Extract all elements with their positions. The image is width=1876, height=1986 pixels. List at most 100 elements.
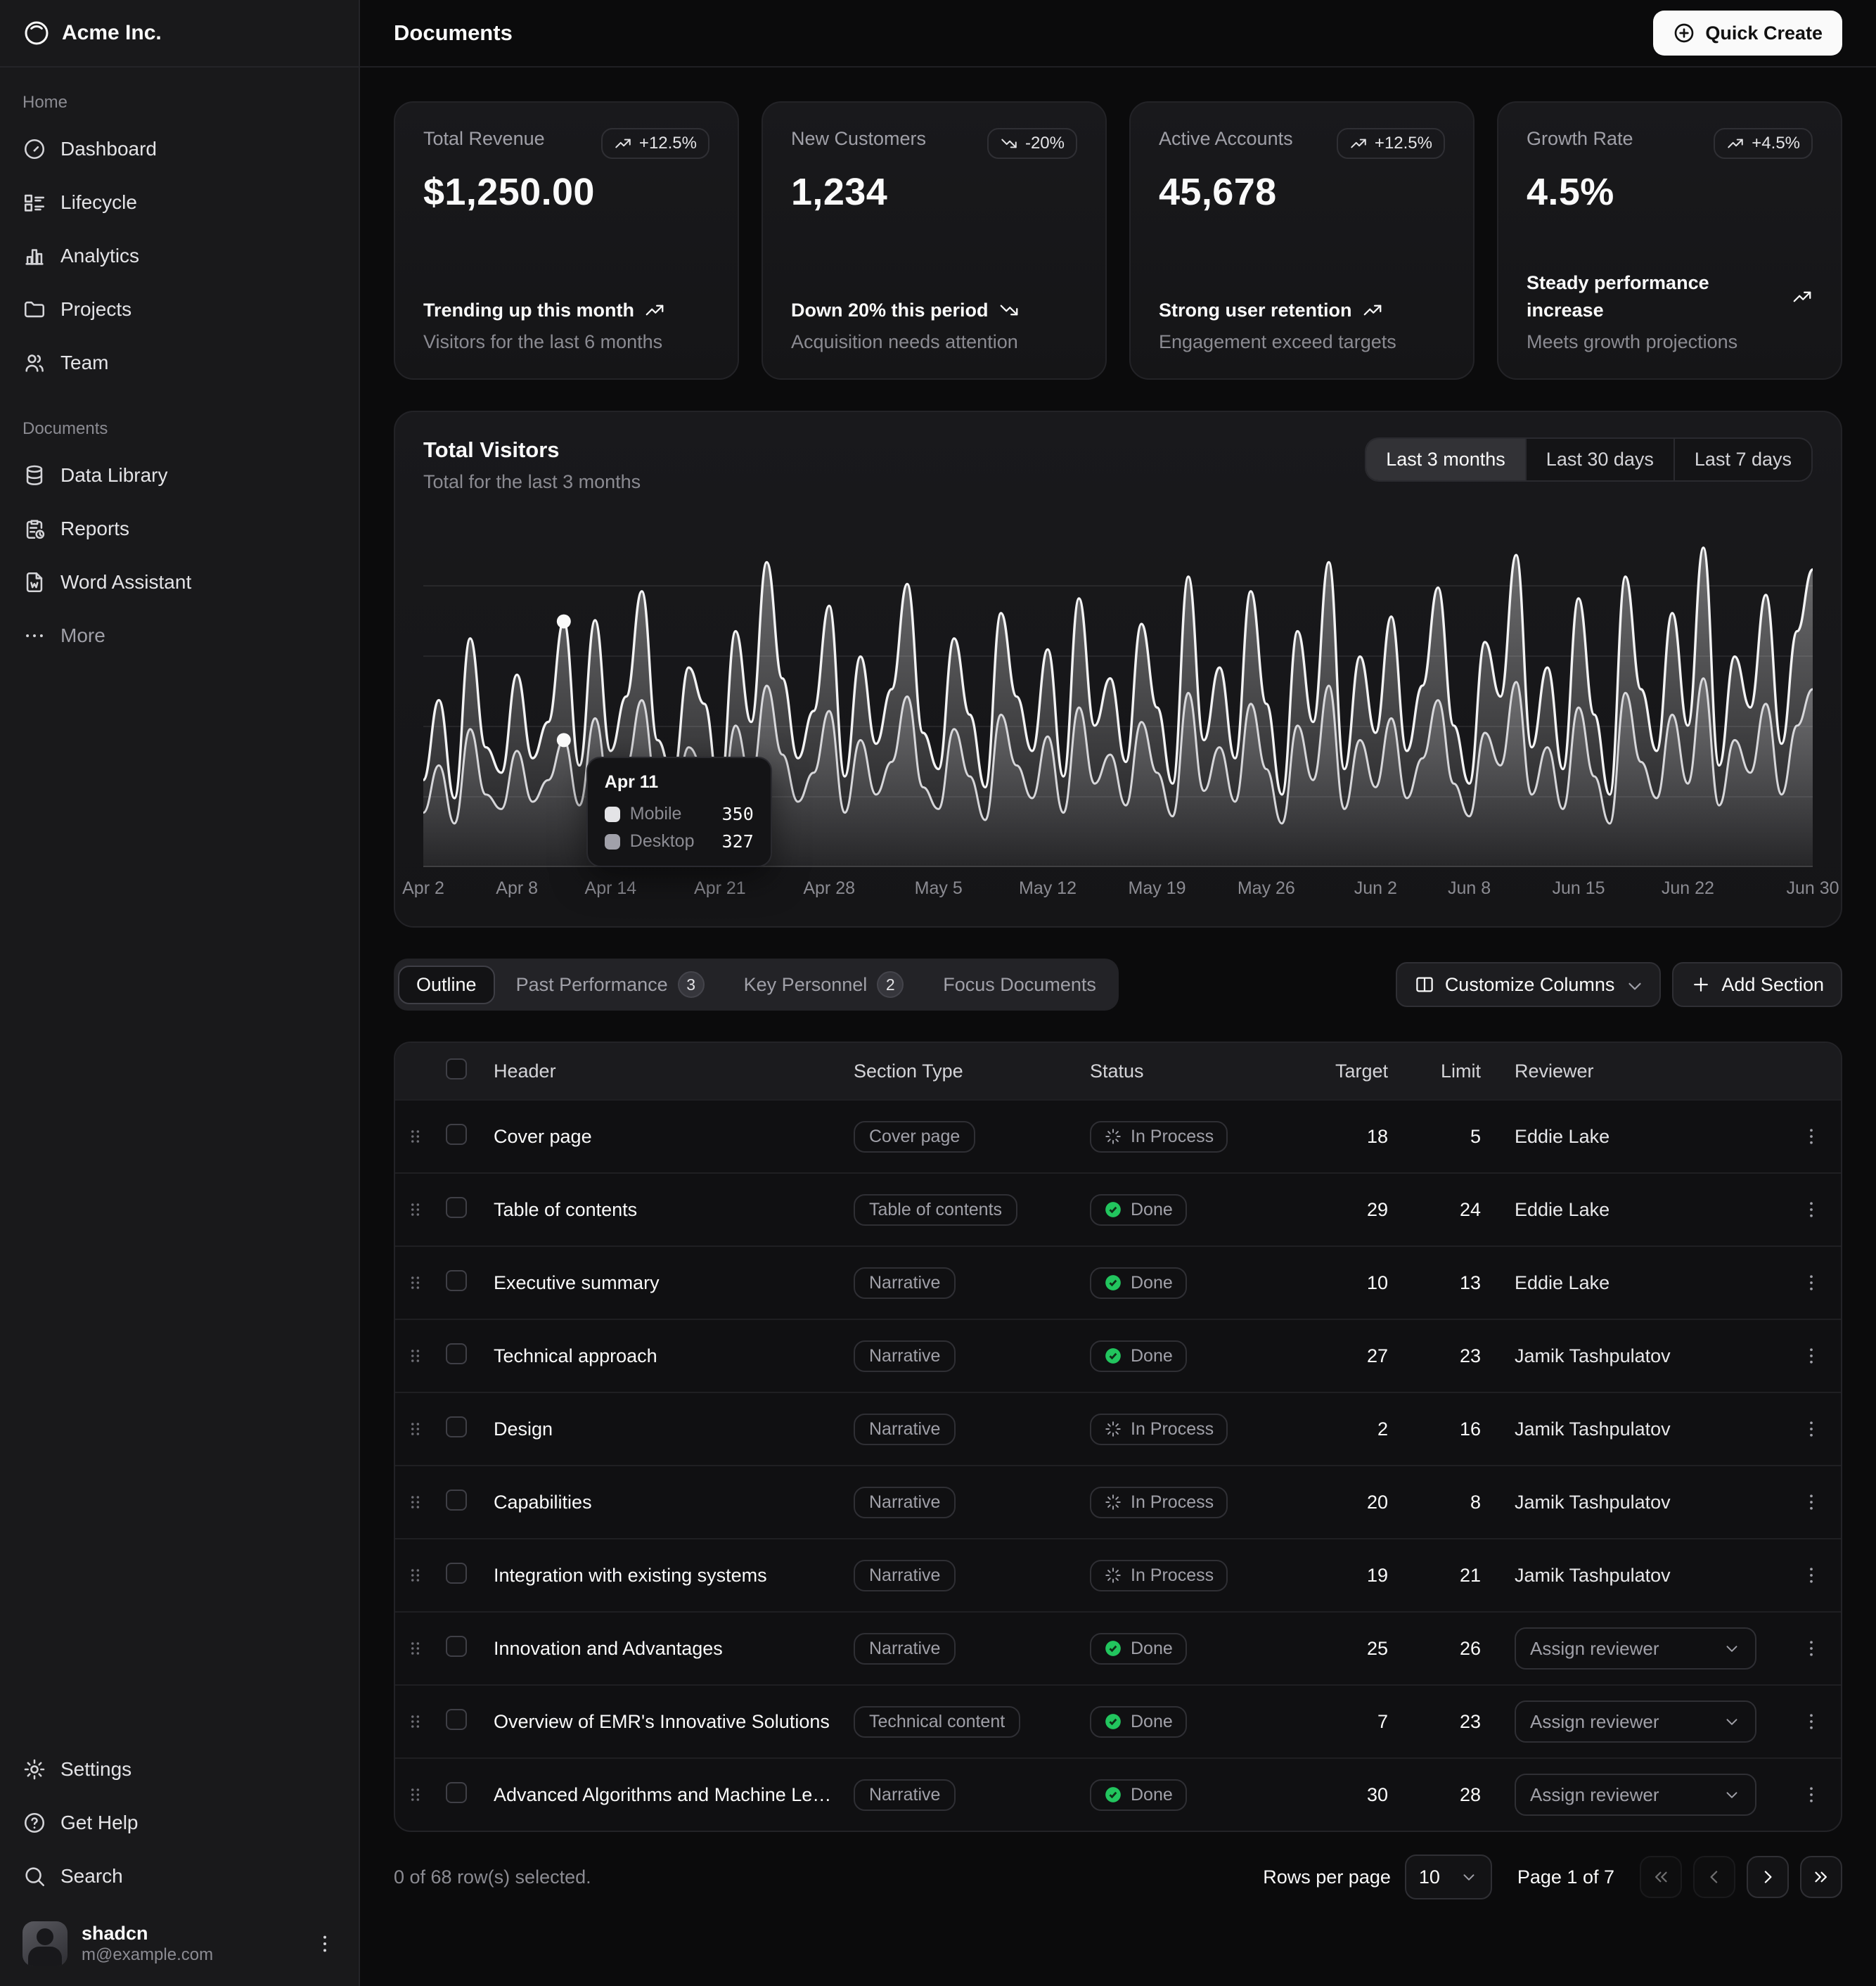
user-menu[interactable]: shadcn m@example.com [11,1913,347,1975]
target-value[interactable]: 19 [1290,1565,1413,1587]
row-header-title[interactable]: Overview of EMR's Innovative Solutions [485,1711,845,1733]
row-checkbox[interactable] [446,1782,467,1803]
limit-value[interactable]: 8 [1413,1492,1506,1513]
range-last-7-days[interactable]: Last 7 days [1673,439,1811,480]
assign-reviewer-select[interactable]: Assign reviewer [1515,1700,1756,1743]
target-value[interactable]: 30 [1290,1784,1413,1806]
range-last-30-days[interactable]: Last 30 days [1525,439,1673,480]
row-actions-button[interactable] [1782,1418,1841,1440]
tab-focus-documents[interactable]: Focus Documents [925,966,1114,1004]
tab-outline[interactable]: Outline [398,966,495,1004]
row-actions-button[interactable] [1782,1711,1841,1732]
drag-handle[interactable] [395,1346,437,1366]
row-checkbox[interactable] [446,1709,467,1730]
sidebar-item-lifecycle[interactable]: Lifecycle [11,180,347,225]
sidebar-item-word-assistant[interactable]: Word Assistant [11,560,347,605]
rows-per-page-select[interactable]: 10 [1405,1854,1492,1899]
tab-label: Focus Documents [943,974,1096,996]
row-header-title[interactable]: Cover page [485,1126,845,1148]
row-header-title[interactable]: Capabilities [485,1492,845,1513]
row-header-title[interactable]: Innovation and Advantages [485,1638,845,1660]
row-header-title[interactable]: Technical approach [485,1345,845,1367]
row-checkbox[interactable] [446,1197,467,1218]
app-root: Acme Inc. Home Dashboard Lifecycle Analy… [0,0,1876,1986]
sidebar-item-data-library[interactable]: Data Library [11,453,347,498]
assign-reviewer-select[interactable]: Assign reviewer [1515,1774,1756,1816]
drag-handle[interactable] [395,1492,437,1512]
row-actions-button[interactable] [1782,1345,1841,1366]
drag-handle[interactable] [395,1565,437,1585]
drag-handle[interactable] [395,1273,437,1293]
row-checkbox[interactable] [446,1416,467,1437]
row-checkbox[interactable] [446,1490,467,1511]
tab-key-personnel[interactable]: Key Personnel 2 [726,963,923,1006]
limit-value[interactable]: 23 [1413,1711,1506,1733]
table-row: Technical approach Narrative Done 27 23 … [395,1319,1841,1392]
sidebar-item-more[interactable]: More [11,613,347,658]
row-checkbox[interactable] [446,1343,467,1364]
sidebar-item-dashboard[interactable]: Dashboard [11,127,347,172]
tab-past-performance[interactable]: Past Performance 3 [498,963,723,1006]
quick-create-button[interactable]: Quick Create [1653,11,1842,56]
row-header-title[interactable]: Executive summary [485,1272,845,1294]
target-value[interactable]: 2 [1290,1418,1413,1440]
drag-handle[interactable] [395,1419,437,1439]
sidebar-item-analytics[interactable]: Analytics [11,233,347,278]
target-value[interactable]: 20 [1290,1492,1413,1513]
drag-handle[interactable] [395,1200,437,1219]
sidebar-item-get-help[interactable]: Get Help [11,1800,347,1845]
stat-value: $1,250.00 [423,170,709,214]
customize-columns-button[interactable]: Customize Columns [1396,962,1662,1007]
range-last-3-months[interactable]: Last 3 months [1366,439,1525,480]
row-actions-button[interactable] [1782,1272,1841,1293]
tablist: Outline Past Performance 3 Key Personnel… [394,959,1119,1011]
sidebar-item-team[interactable]: Team [11,340,347,385]
drag-handle[interactable] [395,1785,437,1805]
row-actions-button[interactable] [1782,1199,1841,1220]
row-header-title[interactable]: Advanced Algorithms and Machine Learning [485,1784,845,1806]
target-value[interactable]: 10 [1290,1272,1413,1294]
limit-value[interactable]: 24 [1413,1199,1506,1221]
row-actions-button[interactable] [1782,1784,1841,1805]
limit-value[interactable]: 13 [1413,1272,1506,1294]
sidebar-item-settings[interactable]: Settings [11,1747,347,1792]
assign-reviewer-select[interactable]: Assign reviewer [1515,1627,1756,1670]
row-checkbox[interactable] [446,1124,467,1145]
row-checkbox[interactable] [446,1563,467,1584]
row-checkbox[interactable] [446,1270,467,1291]
status-text: In Process [1131,1127,1214,1147]
drag-handle[interactable] [395,1712,437,1731]
row-actions-button[interactable] [1782,1638,1841,1659]
add-section-button[interactable]: Add Section [1672,962,1842,1007]
chevron-right-button[interactable] [1747,1856,1789,1898]
row-actions-button[interactable] [1782,1126,1841,1147]
row-header-title[interactable]: Table of contents [485,1199,845,1221]
chevrons-right-button[interactable] [1800,1856,1842,1898]
select-all-checkbox[interactable] [446,1058,467,1080]
target-value[interactable]: 7 [1290,1711,1413,1733]
sidebar-item-reports[interactable]: Reports [11,506,347,551]
limit-value[interactable]: 26 [1413,1638,1506,1660]
brand[interactable]: Acme Inc. [0,0,359,68]
area-chart[interactable]: Apr 2Apr 8Apr 14Apr 21Apr 28May 5May 12M… [423,515,1813,906]
drag-handle[interactable] [395,1639,437,1658]
limit-value[interactable]: 21 [1413,1565,1506,1587]
assign-reviewer-label: Assign reviewer [1530,1638,1659,1660]
drag-handle[interactable] [395,1127,437,1146]
sidebar-item-search[interactable]: Search [11,1854,347,1899]
target-value[interactable]: 18 [1290,1126,1413,1148]
sidebar-item-projects[interactable]: Projects [11,287,347,332]
limit-value[interactable]: 23 [1413,1345,1506,1367]
row-actions-button[interactable] [1782,1565,1841,1586]
target-value[interactable]: 25 [1290,1638,1413,1660]
row-actions-button[interactable] [1782,1492,1841,1513]
limit-value[interactable]: 28 [1413,1784,1506,1806]
row-header-title[interactable]: Integration with existing systems [485,1565,845,1587]
target-value[interactable]: 27 [1290,1345,1413,1367]
row-checkbox[interactable] [446,1636,467,1657]
row-header-title[interactable]: Design [485,1418,845,1440]
limit-value[interactable]: 16 [1413,1418,1506,1440]
limit-value[interactable]: 5 [1413,1126,1506,1148]
trend-badge: -20% [987,128,1077,159]
target-value[interactable]: 29 [1290,1199,1413,1221]
